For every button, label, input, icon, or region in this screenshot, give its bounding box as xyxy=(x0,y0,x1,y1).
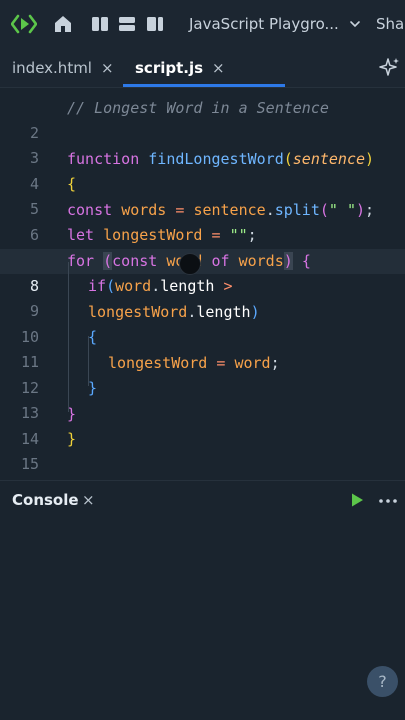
layout-split-horizontal-icon[interactable] xyxy=(118,15,136,33)
code-line: 4 function findLongestWord(sentence) xyxy=(0,147,405,193)
code-line: 16 xyxy=(0,453,405,478)
code-comment: // Longest Word in a Sentence xyxy=(67,99,329,117)
indent-guide xyxy=(68,262,69,412)
more-options-icon[interactable] xyxy=(379,499,397,503)
code-line: 6 const words = sentence.split(" "); xyxy=(0,198,405,244)
tab-label: script.js xyxy=(135,59,204,77)
file-tabs: index.html × script.js × xyxy=(0,48,405,88)
touch-cursor-indicator xyxy=(179,253,201,275)
help-button[interactable]: ? xyxy=(367,666,398,697)
tab-index-html[interactable]: index.html × xyxy=(12,48,114,88)
top-bar: JavaScript Playgro... Sha xyxy=(0,0,405,48)
active-tab-indicator xyxy=(123,84,285,87)
code-line: 13 } xyxy=(0,376,405,422)
code-line-current: 8 for (const word of words) { xyxy=(0,249,405,295)
close-icon[interactable]: × xyxy=(212,59,225,77)
code-line: 2 // Longest Word in a Sentence xyxy=(0,96,405,142)
playground-logo-icon[interactable] xyxy=(11,12,37,36)
code-line: 7 let longestWord = ""; xyxy=(0,223,405,269)
tab-label: index.html xyxy=(12,59,92,77)
share-button[interactable]: Sha xyxy=(376,15,404,33)
code-line: 11 { xyxy=(0,325,405,371)
project-title[interactable]: JavaScript Playgro... xyxy=(189,15,339,33)
ai-sparkle-icon[interactable] xyxy=(378,57,400,79)
console-title[interactable]: Console xyxy=(12,491,79,509)
close-icon[interactable]: × xyxy=(82,491,95,509)
code-editor[interactable]: 2 // Longest Word in a Sentence 3 4 func… xyxy=(0,94,405,479)
layout-sidebar-icon[interactable] xyxy=(146,15,164,33)
console-output xyxy=(0,518,405,720)
layout-split-vertical-icon[interactable] xyxy=(91,15,109,33)
code-line: 3 xyxy=(0,121,405,167)
code-line: 5 { xyxy=(0,172,405,218)
home-icon[interactable] xyxy=(53,14,73,34)
code-line: 14 } xyxy=(0,402,405,448)
code-line: 9 if(word.length > xyxy=(0,274,405,320)
code-line: 10 longestWord.length) xyxy=(0,300,405,346)
code-line: 15 } xyxy=(0,427,405,473)
tab-script-js[interactable]: script.js × xyxy=(135,48,225,88)
console-header: Console × xyxy=(0,480,405,518)
line-number: 16 xyxy=(0,478,39,479)
indent-guide xyxy=(88,336,89,386)
code-line: 12 longestWord = word; xyxy=(0,351,405,397)
close-icon[interactable]: × xyxy=(101,59,114,77)
run-play-icon[interactable] xyxy=(349,492,365,508)
chevron-down-icon[interactable] xyxy=(349,19,361,29)
